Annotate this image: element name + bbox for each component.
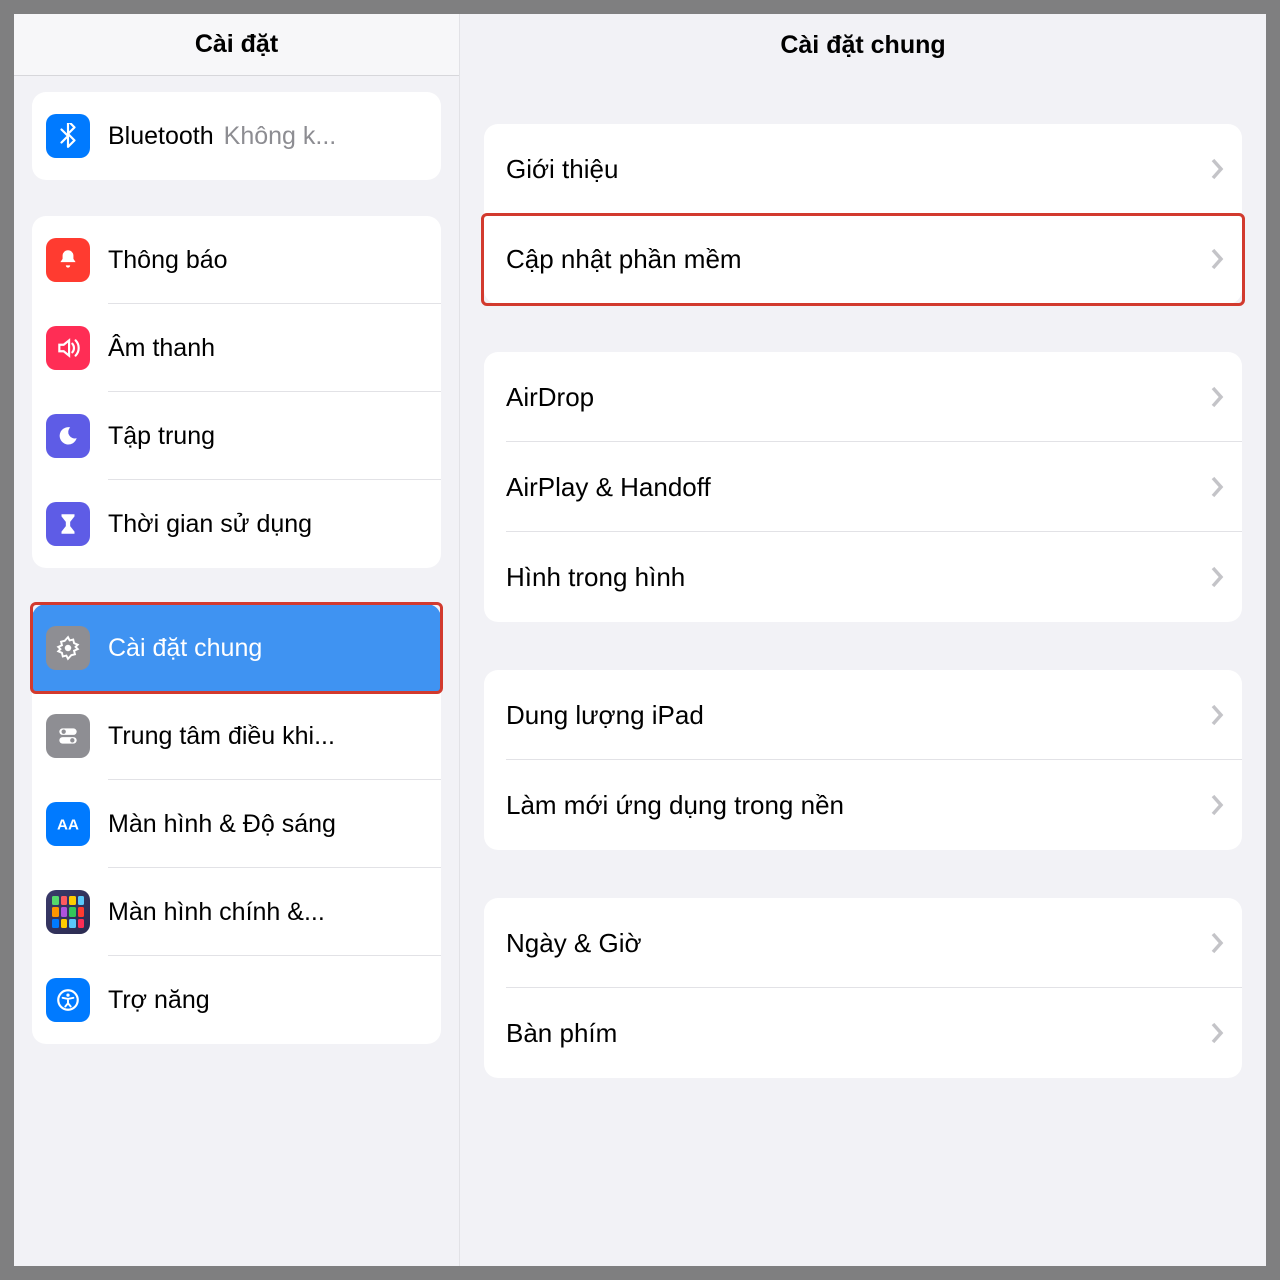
- sidebar-item-value: Không k...: [224, 122, 441, 151]
- detail-item-label: AirDrop: [506, 382, 1210, 413]
- detail-item-label: Cập nhật phần mềm: [506, 244, 1210, 275]
- detail-group: Giới thiệu Cập nhật phần mềm: [484, 124, 1242, 304]
- sidebar-item-display[interactable]: AA Màn hình & Độ sáng: [32, 780, 441, 868]
- sidebar-item-focus[interactable]: Tập trung: [32, 392, 441, 480]
- detail-item-airdrop[interactable]: AirDrop: [484, 352, 1242, 442]
- sidebar-item-label: Màn hình & Độ sáng: [108, 810, 336, 839]
- detail-item-software-update[interactable]: Cập nhật phần mềm: [484, 214, 1242, 304]
- bluetooth-icon: [46, 114, 90, 158]
- notifications-icon: [46, 238, 90, 282]
- chevron-right-icon: [1210, 703, 1224, 727]
- sidebar-item-bluetooth[interactable]: Bluetooth Không k...: [32, 92, 441, 180]
- display-icon: AA: [46, 802, 90, 846]
- general-icon: [46, 626, 90, 670]
- detail-title: Cài đặt chung: [460, 14, 1266, 76]
- chevron-right-icon: [1210, 1021, 1224, 1045]
- sidebar-item-notifications[interactable]: Thông báo: [32, 216, 441, 304]
- detail-item-bgrefresh[interactable]: Làm mới ứng dụng trong nền: [484, 760, 1242, 850]
- sidebar-item-controlcenter[interactable]: Trung tâm điều khi...: [32, 692, 441, 780]
- detail-item-label: Ngày & Giờ: [506, 928, 1210, 959]
- detail-item-label: Hình trong hình: [506, 562, 1210, 593]
- sidebar-item-label: Thời gian sử dụng: [108, 510, 312, 539]
- detail-item-label: Giới thiệu: [506, 154, 1210, 185]
- sidebar-group: Cài đặt chung Trung tâm điều khi... AA: [32, 604, 441, 1044]
- detail-group: Ngày & Giờ Bàn phím: [484, 898, 1242, 1078]
- detail-item-storage[interactable]: Dung lượng iPad: [484, 670, 1242, 760]
- detail-item-about[interactable]: Giới thiệu: [484, 124, 1242, 214]
- sidebar-group: Bluetooth Không k...: [32, 92, 441, 180]
- detail-item-keyboard[interactable]: Bàn phím: [484, 988, 1242, 1078]
- detail-body: Giới thiệu Cập nhật phần mềm AirDrop: [460, 76, 1266, 1266]
- chevron-right-icon: [1210, 385, 1224, 409]
- detail-item-label: AirPlay & Handoff: [506, 472, 1210, 503]
- screentime-icon: [46, 502, 90, 546]
- sidebar-item-label: Tập trung: [108, 422, 215, 451]
- chevron-right-icon: [1210, 475, 1224, 499]
- sidebar-item-label: Màn hình chính &...: [108, 898, 325, 927]
- detail-item-datetime[interactable]: Ngày & Giờ: [484, 898, 1242, 988]
- sidebar-item-general[interactable]: Cài đặt chung: [32, 604, 441, 692]
- accessibility-icon: [46, 978, 90, 1022]
- sidebar-item-label: Trợ năng: [108, 986, 210, 1015]
- sidebar-item-label: Bluetooth: [108, 122, 214, 151]
- detail-group: Dung lượng iPad Làm mới ứng dụng trong n…: [484, 670, 1242, 850]
- detail-item-airplay[interactable]: AirPlay & Handoff: [484, 442, 1242, 532]
- detail-item-pip[interactable]: Hình trong hình: [484, 532, 1242, 622]
- chevron-right-icon: [1210, 247, 1224, 271]
- chevron-right-icon: [1210, 931, 1224, 955]
- chevron-right-icon: [1210, 565, 1224, 589]
- sidebar-item-label: Thông báo: [108, 246, 228, 275]
- sidebar-title: Cài đặt: [14, 14, 459, 76]
- svg-text:AA: AA: [57, 816, 79, 833]
- chevron-right-icon: [1210, 157, 1224, 181]
- sidebar-item-screentime[interactable]: Thời gian sử dụng: [32, 480, 441, 568]
- sidebar-item-label: Trung tâm điều khi...: [108, 722, 335, 751]
- sidebar-item-label: Âm thanh: [108, 334, 215, 363]
- detail-item-label: Dung lượng iPad: [506, 700, 1210, 731]
- controlcenter-icon: [46, 714, 90, 758]
- sound-icon: [46, 326, 90, 370]
- detail-item-label: Làm mới ứng dụng trong nền: [506, 790, 1210, 821]
- sidebar-item-sound[interactable]: Âm thanh: [32, 304, 441, 392]
- settings-sidebar: Cài đặt Bluetooth Không k...: [14, 14, 459, 1266]
- sidebar-item-accessibility[interactable]: Trợ năng: [32, 956, 441, 1044]
- sidebar-item-homescreen[interactable]: Màn hình chính &...: [32, 868, 441, 956]
- sidebar-item-label: Cài đặt chung: [108, 634, 262, 663]
- sidebar-body: Bluetooth Không k... Thông báo: [14, 76, 459, 1266]
- detail-item-label: Bàn phím: [506, 1018, 1210, 1049]
- sidebar-group: Thông báo Âm thanh Tập trung: [32, 216, 441, 568]
- homescreen-icon: [46, 890, 90, 934]
- chevron-right-icon: [1210, 793, 1224, 817]
- detail-pane: Cài đặt chung Giới thiệu Cập nhật phần m…: [459, 14, 1266, 1266]
- detail-group: AirDrop AirPlay & Handoff Hình trong hìn…: [484, 352, 1242, 622]
- focus-icon: [46, 414, 90, 458]
